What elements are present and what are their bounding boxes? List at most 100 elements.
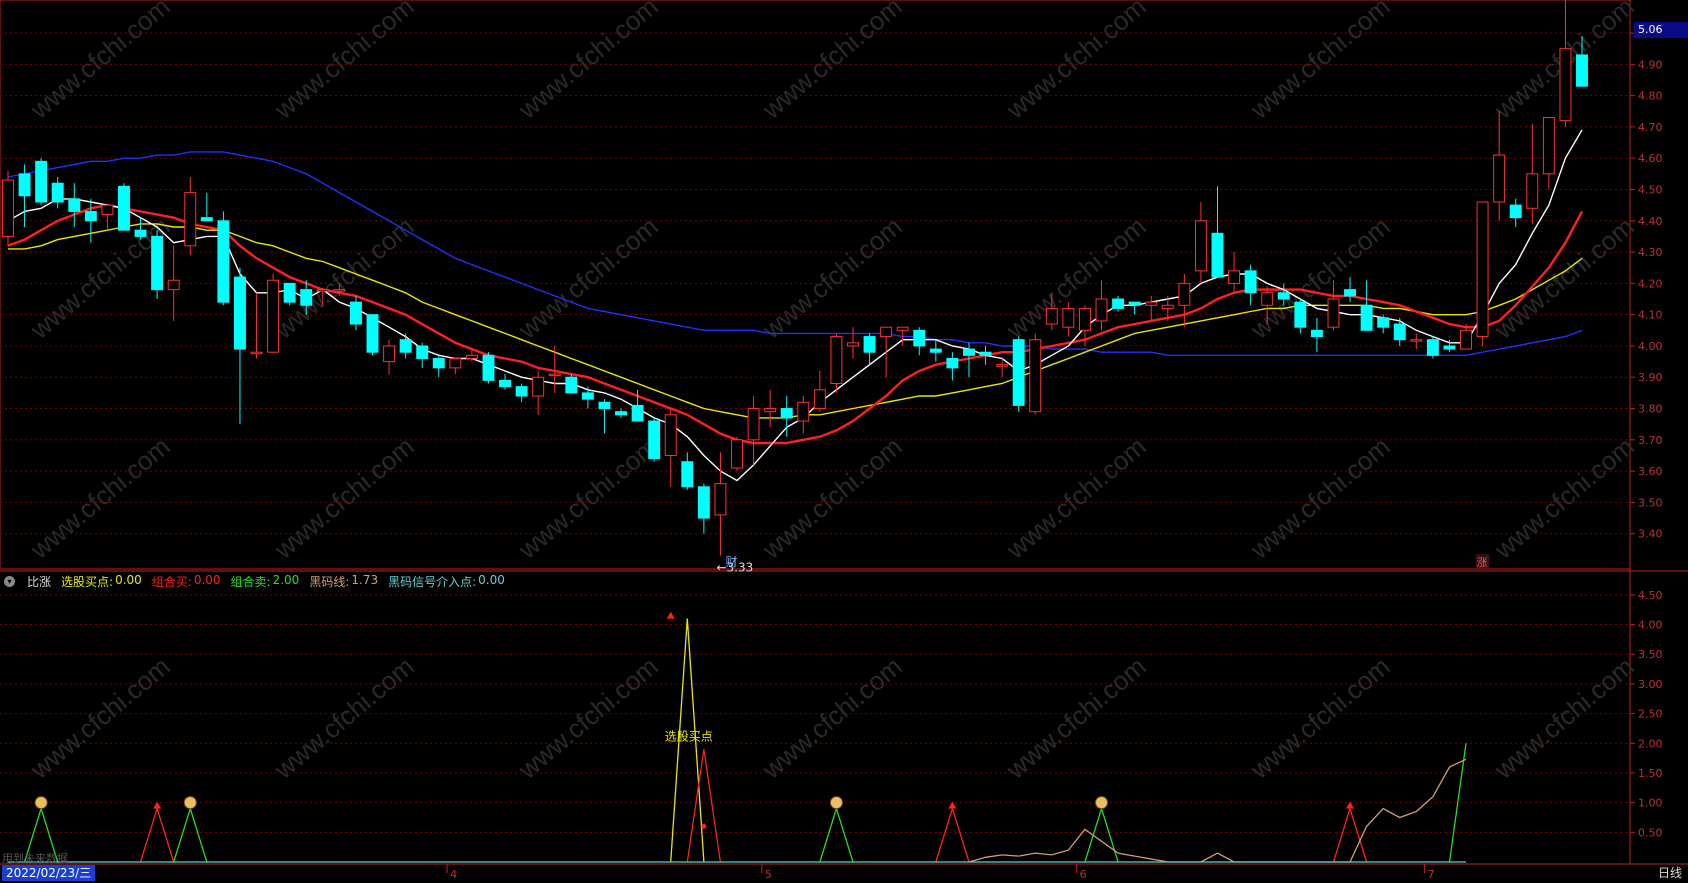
candle [797,396,810,434]
candle-body [913,329,926,347]
candle [615,408,627,418]
candle [863,333,876,365]
watermark-text: www.cfchi.com [512,651,664,785]
candle-body [267,279,280,353]
candle [35,158,48,206]
candle [283,282,296,306]
candle-body [1410,339,1423,342]
series-20e020 [819,806,854,863]
candle-body [847,342,859,347]
candle [648,417,661,462]
candle-body [167,279,180,291]
candle [979,345,992,365]
candle-body [880,326,893,338]
candle-body [1576,54,1588,87]
legend-label: 黑码信号介入点: [388,574,477,589]
y-tick-label: 3.70 [1638,434,1663,447]
money-bag-icon [829,796,843,810]
candle [151,230,164,300]
candle-body [714,483,727,516]
series-ff2020 [686,749,722,863]
y-tick-label: 3.60 [1638,465,1663,478]
candle-body [1559,48,1572,122]
series-20e020 [1084,806,1119,863]
candle-body [1261,292,1274,306]
watermark-text: www.cfchi.com [1244,431,1396,565]
candle-body [979,351,992,356]
legend-item-heima-signal: 黑码信号介入点: 0.00 [388,573,505,590]
watermark-text: www.cfchi.com [24,0,176,125]
candle-body [250,351,263,355]
candle [532,370,545,415]
candle-body [648,420,661,460]
candle-body [1145,301,1158,306]
y-tick-label: 4.20 [1638,277,1663,290]
candle [1377,314,1390,334]
y-tick-label: 0.50 [1638,826,1663,839]
high-marker: 涨 [1477,556,1488,569]
date-label[interactable]: 2022/02/23/三 [2,865,96,881]
series-d0a070 [968,758,1467,863]
candle [2,170,14,246]
legend-item-heima-line: 黑码线: 1.73 [309,573,378,590]
legend-label: 组合卖: [230,574,271,589]
candle-body [1161,304,1174,309]
watermark-text: www.cfchi.com [268,0,420,125]
candle [184,176,197,256]
candle-body [316,289,329,292]
y-tick-label: 4.60 [1638,152,1663,165]
candle [1344,277,1357,303]
y-tick-label: 2.50 [1638,708,1663,721]
legend-item-xuangu: 选股买点: 0.00 [61,573,142,590]
chevron-down-icon[interactable]: ▾ [4,575,15,587]
y-tick-label: 4.00 [1638,619,1663,632]
watermark-text: www.cfchi.com [756,0,908,125]
future-data-note: 用到未来数据 [2,852,68,865]
indicator-name[interactable]: 比涨 [27,573,51,590]
candle [598,399,611,434]
candle-body [681,461,694,488]
period-selector[interactable]: 日线 [1658,865,1682,881]
candle-body [18,173,31,197]
candle [1493,111,1506,221]
legend-item-zuhe-buy: 组合买: 0.00 [152,573,221,590]
candle [1062,302,1075,337]
watermark-text: www.cfchi.com [1488,211,1640,345]
watermark-text: www.cfchi.com [1244,651,1396,785]
y-tick-label: 4.50 [1638,589,1663,602]
candle [416,342,429,368]
candle-body [1211,232,1224,278]
y-tick-label: 3.50 [1638,496,1663,509]
candle-body [581,392,594,400]
candle-body [68,198,81,212]
candle [946,352,959,381]
chart-canvas[interactable]: www.cfchi.com www.cfchi.com www.cfchi.com w… [0,0,1688,883]
candle-body [184,192,197,247]
indicator-chart[interactable]: 选股买点 [8,611,1467,863]
watermark-text: www.cfchi.com [756,211,908,345]
candle [1244,264,1257,306]
candle [1310,317,1323,353]
candle [1360,280,1373,331]
y-tick-label: 4.10 [1638,309,1663,322]
candle-body [1509,204,1522,219]
watermark-text: www.cfchi.com [1000,651,1152,785]
candle [1294,299,1307,334]
legend-value: 0.00 [193,572,221,587]
watermark-text: www.cfchi.com [24,431,176,565]
watermark-text: www.cfchi.com [756,651,908,785]
watermark-text: www.cfchi.com [1000,431,1152,565]
candle [84,198,97,243]
watermark-text: www.cfchi.com [1244,0,1396,125]
candle [1526,123,1539,224]
candle-body [830,336,843,385]
watermark-text: www.cfchi.com [512,431,664,565]
candle-body [598,401,611,410]
y-tick-label: 4.40 [1638,215,1663,228]
watermark-text: www.cfchi.com [512,0,664,125]
candle-body [200,217,213,222]
legend-item-zuhe-sell: 组合卖: 2.00 [231,573,300,590]
candle-body [697,486,710,519]
candle [267,273,280,353]
candle-body [1244,270,1257,294]
